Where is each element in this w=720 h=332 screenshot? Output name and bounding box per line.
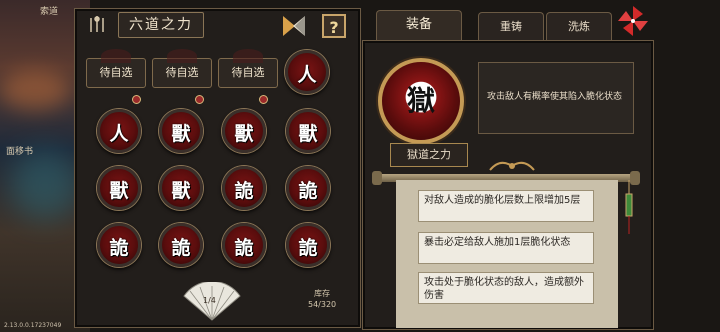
- orb-glyph: 獸: [171, 123, 191, 145]
- skill-orb[interactable]: 獸: [286, 109, 330, 153]
- affix-2[interactable]: 暴击必定给敌人施加1层脆化状态: [418, 232, 594, 264]
- skill-orb[interactable]: 獸: [222, 109, 266, 153]
- equipped-slot-4[interactable]: 人: [285, 50, 329, 94]
- version-text: 2.13.0.0.17237049: [4, 322, 62, 329]
- selected-skill-name: 獄道之力: [390, 143, 468, 167]
- skill-orb[interactable]: 詭: [97, 223, 141, 267]
- stock-value: 54/320: [308, 300, 337, 309]
- lock-icon: [195, 95, 204, 104]
- selected-skill-orb[interactable]: 獄: [378, 58, 464, 144]
- pending-slot-2[interactable]: 待自选: [152, 49, 212, 88]
- orb-glyph: 詭: [234, 180, 254, 202]
- tassel-icon: [624, 180, 634, 236]
- orb-glyph: 詭: [298, 180, 318, 202]
- pending-slot-1[interactable]: 待自选: [86, 49, 146, 88]
- scene-glow: [10, 150, 80, 220]
- orb-glyph: 人: [297, 64, 317, 86]
- skill-orb[interactable]: 詭: [222, 223, 266, 267]
- fork-icon[interactable]: [86, 14, 108, 36]
- tab-refine[interactable]: 洗炼: [546, 12, 612, 41]
- orb-glyph: 詭: [234, 237, 254, 259]
- pinwheel-icon[interactable]: [616, 4, 650, 38]
- tab-reforge[interactable]: 重铸: [478, 12, 544, 41]
- tab-equip[interactable]: 装备: [376, 10, 462, 41]
- affix-1[interactable]: 对敌人造成的脆化层数上限增加5层: [418, 190, 594, 222]
- stock-label: 库存: [314, 289, 330, 298]
- orb-glyph: 獸: [109, 180, 129, 202]
- scene-glow: [0, 70, 70, 110]
- orb-glyph: 詭: [109, 237, 129, 259]
- orb-glyph: 獸: [171, 180, 191, 202]
- pending-slot-3[interactable]: 待自选: [218, 49, 278, 88]
- orb-glyph: 詭: [171, 237, 191, 259]
- orb-glyph: 人: [109, 123, 129, 145]
- help-button[interactable]: ?: [322, 14, 346, 38]
- affix-3[interactable]: 攻击处于脆化状态的敌人，造成额外伤害: [418, 272, 594, 304]
- triangle-icon[interactable]: [281, 14, 307, 38]
- scene-mid-text: 面移书: [6, 147, 34, 157]
- orb-glyph: 獄: [406, 84, 435, 117]
- skill-orb[interactable]: 詭: [286, 223, 330, 267]
- skill-orb[interactable]: 獸: [97, 166, 141, 210]
- skill-orb[interactable]: 詭: [159, 223, 203, 267]
- skill-orb[interactable]: 詭: [222, 166, 266, 210]
- orb-glyph: 獸: [234, 123, 254, 145]
- skill-orb[interactable]: 詭: [286, 166, 330, 210]
- panel-title: 六道之力: [118, 12, 204, 38]
- skill-orb[interactable]: 獸: [159, 109, 203, 153]
- skill-orb[interactable]: 人: [97, 109, 141, 153]
- skill-orb[interactable]: 獸: [159, 166, 203, 210]
- scene-top-text: 索道: [40, 7, 59, 17]
- lock-icon: [259, 95, 268, 104]
- orb-glyph: 詭: [298, 237, 318, 259]
- selected-skill-description: 攻击敌人有概率使其陷入脆化状态: [478, 62, 634, 134]
- lock-icon: [132, 95, 141, 104]
- scroll-ornament: [489, 161, 535, 171]
- page-indicator: 1/4: [203, 296, 216, 305]
- orb-glyph: 獸: [298, 123, 318, 145]
